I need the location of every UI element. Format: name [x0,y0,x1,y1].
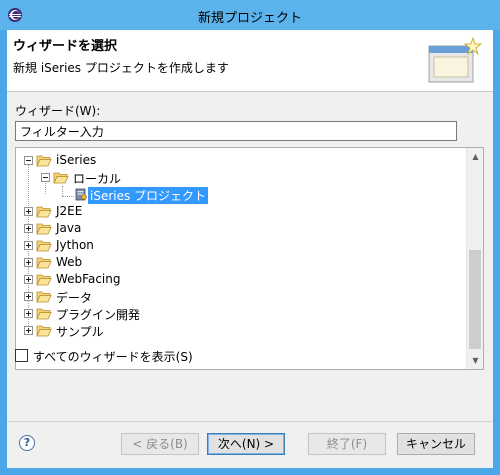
tree-item-label: iSeries プロジェクト [88,187,209,204]
scroll-up-arrow-icon[interactable]: ▲ [467,148,483,165]
tree-scrollbar[interactable]: ▲ ▼ [466,148,483,369]
dialog-content: ウィザードを選択 新規 iSeries プロジェクトを作成します ウィザード(W… [7,30,493,468]
show-all-wizards-checkbox[interactable] [15,349,28,362]
expand-icon[interactable] [24,292,33,301]
tree-item-web[interactable]: Web [16,254,466,271]
tree-item-samples[interactable]: サンプル [16,322,466,339]
tree-item-iseries[interactable]: iSeries [16,152,466,169]
folder-icon [36,291,52,303]
title-bar[interactable]: 新規プロジェクト [0,0,500,30]
collapse-icon[interactable] [41,173,50,182]
tree-item-plugin-dev[interactable]: プラグイン開発 [16,305,466,322]
tree-item-java[interactable]: Java [16,220,466,237]
expand-icon[interactable] [24,326,33,335]
tree-item-label: iSeries [56,153,97,167]
back-button[interactable]: < 戻る(B) [121,433,199,455]
button-bar: ? < 戻る(B) 次へ(N) > 終了(F) キャンセル [7,421,493,468]
dialog-window: 新規プロジェクト ウィザードを選択 新規 iSeries プロジェクトを作成しま… [0,0,500,475]
banner-heading: ウィザードを選択 [13,39,118,54]
folder-icon [36,240,52,252]
tree-item-label: プラグイン開発 [56,308,141,322]
tree-item-label: データ [56,291,93,305]
tree-item-iseries-project[interactable]: iSeries プロジェクト [16,186,466,204]
tree-item-webfacing[interactable]: WebFacing [16,271,466,288]
expand-icon[interactable] [24,207,33,216]
wizard-tree[interactable]: iSeries ローカル iSeries プロジェクト J2EE Java Jy… [15,147,484,370]
wizard-label: ウィザード(W): [15,104,101,118]
window-title: 新規プロジェクト [197,11,302,26]
tree-item-data[interactable]: データ [16,288,466,305]
tree-item-jython[interactable]: Jython [16,237,466,254]
tree-item-label: Java [56,221,82,235]
folder-open-icon [36,155,52,167]
collapse-icon[interactable] [24,156,33,165]
help-icon[interactable]: ? [19,435,35,451]
tree-item-label: WebFacing [56,272,121,286]
scroll-thumb[interactable] [469,250,481,349]
folder-icon [36,257,52,269]
expand-icon[interactable] [24,224,33,233]
banner-description: 新規 iSeries プロジェクトを作成します [13,61,229,75]
tree-item-label: Web [56,255,83,269]
folder-icon [36,223,52,235]
cancel-button[interactable]: キャンセル [397,433,475,455]
tree-item-j2ee[interactable]: J2EE [16,203,466,220]
folder-icon [36,206,52,218]
iseries-project-icon [75,188,87,201]
tree-item-label: Jython [56,238,94,252]
tree-item-label: ローカル [73,172,122,186]
filter-input[interactable] [15,121,457,141]
next-button[interactable]: 次へ(N) > [207,433,285,455]
expand-icon[interactable] [24,309,33,318]
new-project-wizard-icon [428,36,483,83]
expand-icon[interactable] [24,258,33,267]
folder-open-icon [53,172,69,184]
expand-icon[interactable] [24,241,33,250]
tree-item-local[interactable]: ローカル [16,169,466,186]
folder-icon [36,325,52,337]
scroll-down-arrow-icon[interactable]: ▼ [467,352,483,369]
expand-icon[interactable] [24,275,33,284]
wizard-banner: ウィザードを選択 新規 iSeries プロジェクトを作成します [7,30,493,92]
show-all-wizards-label: すべてのウィザードを表示(S) [33,350,193,364]
tree-item-label: サンプル [56,325,104,339]
tree-item-label: J2EE [56,204,83,218]
finish-button[interactable]: 終了(F) [308,433,386,455]
folder-icon [36,274,52,286]
folder-icon [36,308,52,320]
